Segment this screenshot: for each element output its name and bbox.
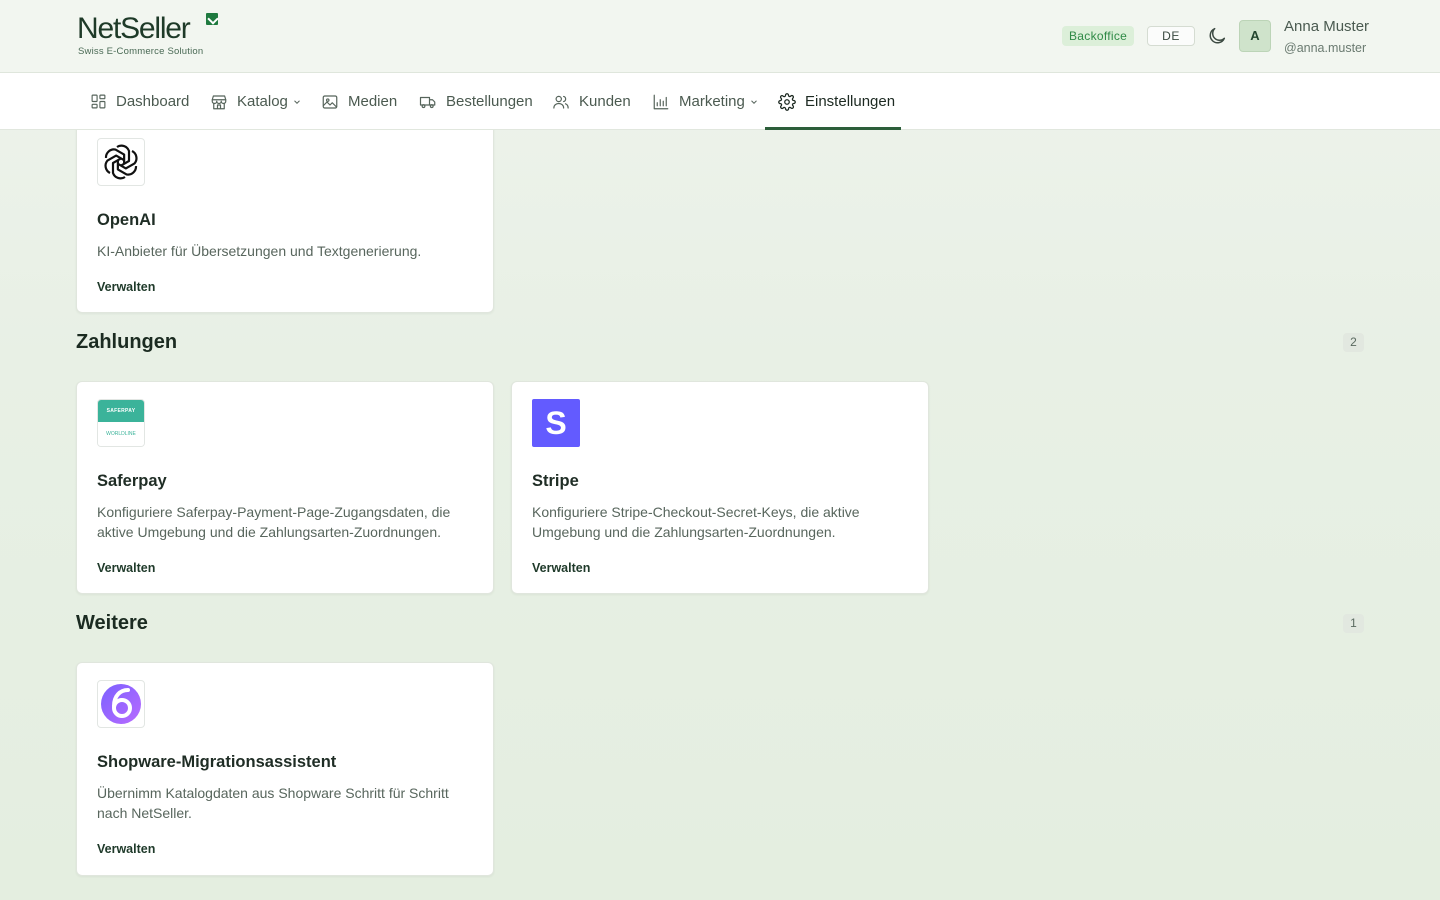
user-handle: @anna.muster bbox=[1284, 41, 1367, 55]
manage-link-stripe[interactable]: Verwalten bbox=[532, 561, 590, 575]
section-title-more: Weitere bbox=[76, 612, 148, 634]
gear-icon bbox=[778, 92, 796, 111]
shopware-logo bbox=[97, 680, 145, 728]
openai-icon bbox=[104, 144, 138, 180]
logo-tagline: Swiss E-Commerce Solution bbox=[78, 46, 204, 57]
main-navigation: Dashboard Katalog Medien Bestellungen Ku… bbox=[0, 73, 1440, 130]
user-name: Anna Muster bbox=[1284, 18, 1370, 35]
section-count-more: 1 bbox=[1343, 614, 1364, 633]
manage-link-saferpay[interactable]: Verwalten bbox=[97, 561, 155, 575]
truck-icon bbox=[419, 96, 436, 108]
chevron-down-icon bbox=[751, 99, 757, 104]
dark-mode-toggle[interactable] bbox=[1206, 25, 1228, 47]
nav-item-katalog[interactable]: Katalog bbox=[210, 73, 302, 130]
worldline-logo-text: WORLDLINE bbox=[98, 422, 144, 446]
card-title: OpenAI bbox=[97, 211, 156, 229]
moon-icon bbox=[1209, 27, 1226, 44]
chart-icon bbox=[653, 94, 669, 109]
shopware-six-icon bbox=[101, 684, 141, 724]
manage-link-shopware[interactable]: Verwalten bbox=[97, 842, 155, 856]
card-description: Konfiguriere Stripe-Checkout-Secret-Keys… bbox=[532, 504, 860, 540]
nav-label: Katalog bbox=[237, 93, 288, 110]
section-count-payments: 2 bbox=[1343, 333, 1364, 352]
nav-label: Bestellungen bbox=[446, 93, 533, 110]
stripe-logo: S bbox=[532, 399, 580, 447]
section-title-payments: Zahlungen bbox=[76, 331, 178, 353]
language-switcher[interactable]: DE bbox=[1147, 26, 1195, 46]
openai-logo bbox=[97, 138, 145, 186]
card-description: Konfiguriere Saferpay-Payment-Page-Zugan… bbox=[97, 504, 451, 540]
nav-item-bestellungen[interactable]: Bestellungen bbox=[419, 73, 533, 130]
card-title: Stripe bbox=[532, 472, 579, 490]
integration-card-openai[interactable]: OpenAI KI-Anbieter für Übersetzungen und… bbox=[76, 120, 494, 313]
store-icon bbox=[211, 94, 227, 109]
nav-label: Marketing bbox=[679, 93, 745, 110]
saferpay-logo-text: SAFERPAY bbox=[98, 400, 144, 422]
nav-item-medien[interactable]: Medien bbox=[321, 73, 397, 130]
nav-label: Dashboard bbox=[116, 93, 190, 110]
users-icon bbox=[553, 95, 569, 109]
manage-link-openai[interactable]: Verwalten bbox=[97, 280, 155, 294]
integration-card-shopware[interactable]: Shopware-Migrationsassistent Übernimm Ka… bbox=[76, 662, 494, 876]
logo-leaf-icon bbox=[206, 13, 218, 25]
user-avatar[interactable]: A bbox=[1239, 20, 1271, 52]
nav-item-einstellungen[interactable]: Einstellungen bbox=[778, 73, 895, 130]
backoffice-badge: Backoffice bbox=[1062, 26, 1135, 46]
top-header: NetSeller Swiss E-Commerce Solution Back… bbox=[0, 0, 1440, 73]
nav-label: Kunden bbox=[579, 93, 631, 110]
card-title: Saferpay bbox=[97, 472, 167, 490]
image-icon bbox=[322, 94, 338, 109]
netseller-logo[interactable]: NetSeller Swiss E-Commerce Solution bbox=[77, 13, 227, 59]
saferpay-logo: SAFERPAY WORLDLINE bbox=[97, 399, 145, 447]
chevron-down-icon bbox=[294, 99, 300, 104]
nav-item-dashboard[interactable]: Dashboard bbox=[90, 73, 189, 130]
logo-wordmark: NetSeller bbox=[77, 12, 191, 45]
nav-item-marketing[interactable]: Marketing bbox=[652, 73, 759, 130]
integration-card-saferpay[interactable]: SAFERPAY WORLDLINE Saferpay Konfiguriere… bbox=[76, 381, 494, 594]
nav-label: Medien bbox=[348, 93, 398, 110]
dashboard-icon bbox=[91, 94, 106, 109]
stripe-logo-letter: S bbox=[545, 405, 567, 441]
card-title: Shopware-Migrationsassistent bbox=[97, 753, 337, 771]
card-description: Übernimm Katalogdaten aus Shopware Schri… bbox=[97, 785, 449, 821]
nav-label: Einstellungen bbox=[805, 93, 896, 110]
integration-card-stripe[interactable]: S Stripe Konfiguriere Stripe-Checkout-Se… bbox=[511, 381, 929, 594]
nav-item-kunden[interactable]: Kunden bbox=[552, 73, 631, 130]
card-description: KI-Anbieter für Übersetzungen und Textge… bbox=[97, 243, 422, 259]
active-tab-indicator bbox=[765, 127, 901, 130]
